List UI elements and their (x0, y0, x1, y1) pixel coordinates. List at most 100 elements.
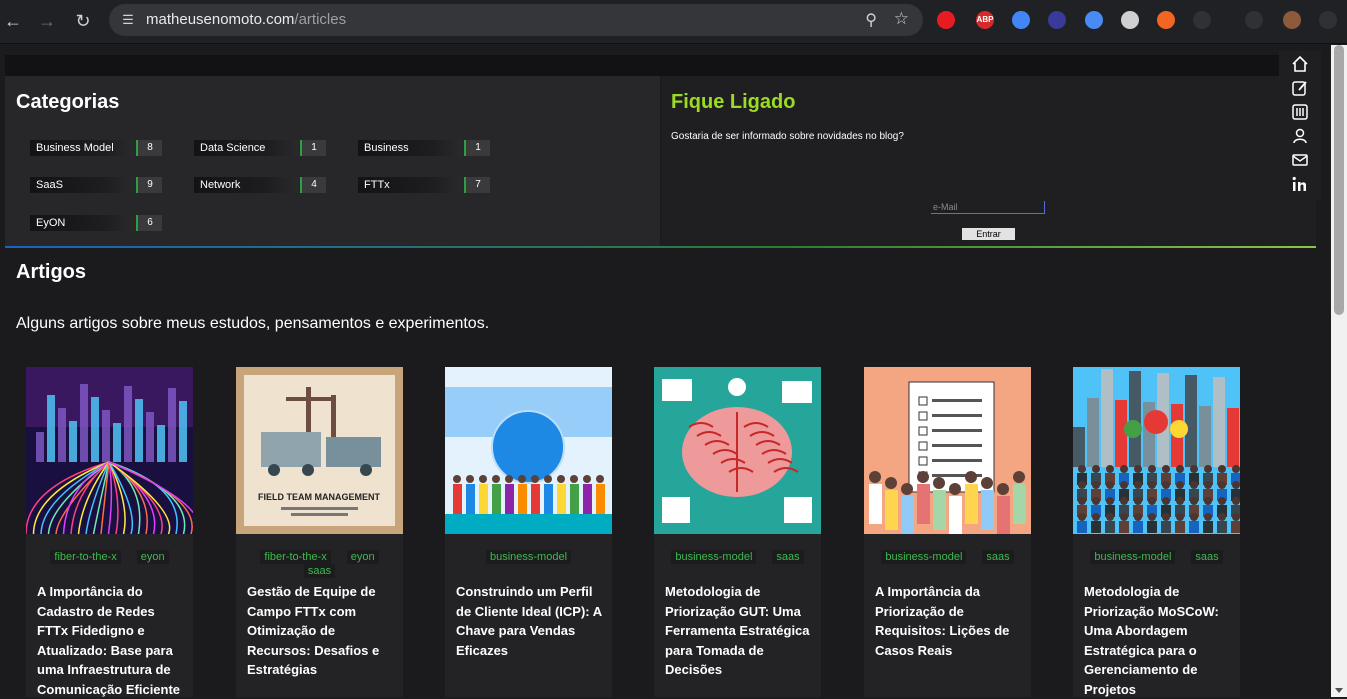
article-tags: fiber-to-the-x eyon saas (236, 550, 403, 578)
article-image[interactable] (26, 367, 193, 534)
media-icon[interactable] (1245, 11, 1263, 29)
email-field[interactable] (931, 201, 1045, 214)
article-image[interactable] (445, 367, 612, 534)
article-tags: business-model saas (864, 550, 1031, 566)
bolt-icon[interactable] (1157, 11, 1175, 29)
forward-icon[interactable]: → (36, 10, 58, 32)
categories-panel: Categorias Business Model 8 Data Science 1 B… (5, 76, 660, 247)
subscribe-title: Fique Ligado (671, 91, 796, 113)
article-tags: business-model saas (654, 550, 821, 566)
article-tag[interactable]: business-model (881, 550, 967, 564)
category-count: 7 (464, 177, 490, 193)
category-name: Network (194, 177, 298, 193)
subscribe-button[interactable]: Entrar (962, 228, 1015, 240)
category-name: EyON (30, 215, 134, 231)
articles-title: Artigos (16, 261, 86, 283)
window-icon[interactable] (1121, 11, 1139, 29)
article-card[interactable]: fiber-to-the-x eyon A Importância do Cadas… (26, 367, 193, 697)
puzzle-icon[interactable] (1193, 11, 1211, 29)
category-item[interactable]: Data Science 1 (194, 140, 326, 156)
article-card[interactable]: business-model saas Metodologia de Prioriz… (1073, 367, 1240, 697)
article-tags: fiber-to-the-x eyon (26, 550, 193, 566)
category-item[interactable]: Network 4 (194, 177, 326, 193)
category-name: Business (358, 140, 462, 156)
article-card[interactable]: FIELD TEAM MANAGEMENT fiber-to-the-x eyons… (236, 367, 403, 697)
article-image[interactable]: FIELD TEAM MANAGEMENT (236, 367, 403, 534)
category-item[interactable]: Business Model 8 (30, 140, 162, 156)
article-tag[interactable]: saas (982, 550, 1014, 564)
subscribe-panel: Fique Ligado Gostaria de ser informado s… (661, 76, 1316, 247)
edit-icon[interactable] (1291, 79, 1309, 97)
category-item[interactable]: Business 1 (358, 140, 490, 156)
adblock-plus-icon[interactable]: ABP (976, 11, 994, 29)
category-count: 6 (136, 215, 162, 231)
category-item[interactable]: SaaS 9 (30, 177, 162, 193)
mail-icon[interactable] (1291, 151, 1309, 169)
docs-icon[interactable] (1085, 11, 1103, 29)
page: Categorias Business Model 8 Data Science 1 B… (0, 45, 1331, 697)
category-name: Data Science (194, 140, 298, 156)
color-picker-icon[interactable] (1012, 11, 1030, 29)
article-tag[interactable]: eyon (346, 550, 379, 564)
article-title[interactable]: Metodologia de Priorização MoSCoW: Uma A… (1084, 582, 1234, 699)
article-title[interactable]: Metodologia de Priorização GUT: Uma Ferr… (665, 582, 815, 680)
article-tag[interactable]: saas (1191, 550, 1223, 564)
linkedin-icon[interactable] (1291, 175, 1309, 193)
category-name: FTTx (358, 177, 462, 193)
article-tag[interactable]: business-model (671, 550, 757, 564)
article-tags: business-model (445, 550, 612, 566)
article-tags: business-model saas (1073, 550, 1240, 566)
article-card[interactable]: business-model saas A Importância da Prior… (864, 367, 1031, 697)
address-bar[interactable]: ☰ matheusenomoto.com/articles ⚲ ☆ (109, 4, 923, 36)
url-path: /articles (294, 11, 347, 28)
scrollbar[interactable] (1331, 45, 1347, 697)
article-image[interactable] (654, 367, 821, 534)
side-nav (1279, 51, 1321, 200)
articles-subtitle: Alguns artigos sobre meus estudos, pensa… (16, 315, 490, 332)
article-title[interactable]: A Importância do Cadastro de Redes FTTx … (37, 582, 187, 699)
article-tag[interactable]: saas (772, 550, 804, 564)
article-card[interactable]: business-model saas Metodologia de Prioriz… (654, 367, 821, 697)
article-tag[interactable]: business-model (485, 550, 572, 564)
browser-toolbar: ← → ↻ ☰ matheusenomoto.com/articles ⚲ ☆ … (0, 0, 1347, 44)
category-count: 8 (136, 140, 162, 156)
url-text[interactable]: matheusenomoto.com/articles (146, 11, 346, 28)
article-tag[interactable]: business-model (1090, 550, 1176, 564)
category-count: 9 (136, 177, 162, 193)
library-icon[interactable] (1291, 103, 1309, 121)
subscribe-question: Gostaria de ser informado sobre novidade… (671, 131, 904, 142)
back-icon[interactable]: ← (2, 10, 24, 32)
category-item[interactable]: FTTx 7 (358, 177, 490, 193)
article-title[interactable]: Gestão de Equipe de Campo FTTx com Otimi… (247, 582, 397, 680)
bookmark-star-icon[interactable]: ☆ (894, 9, 909, 29)
reload-icon[interactable]: ↻ (72, 10, 94, 32)
pen-icon[interactable] (1048, 11, 1066, 29)
profile-avatar[interactable] (1283, 11, 1301, 29)
url-host: matheusenomoto.com (146, 11, 295, 28)
kebab-menu-icon[interactable] (1319, 11, 1337, 29)
category-count: 1 (300, 140, 326, 156)
scrollbar-thumb[interactable] (1334, 45, 1344, 315)
article-tag[interactable]: fiber-to-the-x (50, 550, 121, 564)
article-tag[interactable]: saas (303, 564, 336, 578)
category-name: Business Model (30, 140, 134, 156)
article-title[interactable]: A Importância da Priorização de Requisit… (875, 582, 1025, 660)
home-icon[interactable] (1291, 55, 1309, 73)
category-count: 1 (464, 140, 490, 156)
article-tag[interactable]: eyon (136, 550, 169, 564)
article-title[interactable]: Construindo um Perfil de Cliente Ideal (… (456, 582, 606, 660)
article-card[interactable]: business-model Construindo um Perfil de C… (445, 367, 612, 697)
scroll-down-arrow-icon[interactable] (1335, 688, 1343, 693)
ublock-icon[interactable] (937, 11, 955, 29)
category-item[interactable]: EyON 6 (30, 215, 162, 231)
article-tag[interactable]: fiber-to-the-x (260, 550, 331, 564)
site-settings-icon[interactable]: ☰ (119, 11, 137, 29)
category-name: SaaS (30, 177, 134, 193)
zoom-icon[interactable]: ⚲ (865, 10, 877, 30)
categories-title: Categorias (16, 91, 120, 113)
user-icon[interactable] (1291, 127, 1309, 145)
article-image[interactable] (1073, 367, 1240, 534)
cover-text: FIELD TEAM MANAGEMENT (258, 492, 380, 502)
top-strip (5, 55, 1316, 76)
article-image[interactable] (864, 367, 1031, 534)
